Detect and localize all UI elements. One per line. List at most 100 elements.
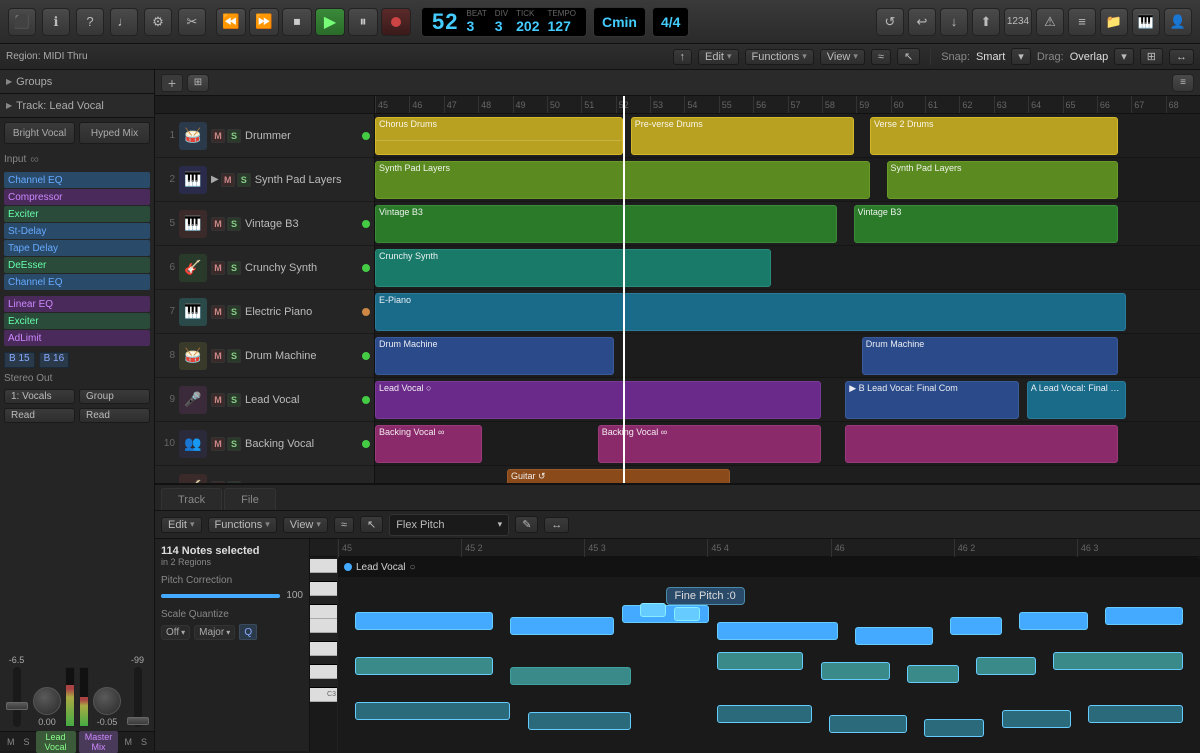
pitch-note-7[interactable] <box>855 627 933 645</box>
cycle-btn[interactable]: ↺ <box>876 8 904 36</box>
piano-key-white-b3[interactable] <box>310 619 337 633</box>
plugin-adlimit[interactable]: AdLimit <box>4 330 150 346</box>
mute-8[interactable]: M <box>211 349 225 363</box>
tab-track[interactable]: Track <box>161 488 222 510</box>
fader-thumb-left[interactable] <box>6 702 28 710</box>
mute-7[interactable]: M <box>211 305 225 319</box>
editor-view-menu[interactable]: View ▾ <box>283 517 328 533</box>
save-btn[interactable]: ↓ <box>940 8 968 36</box>
tab-file[interactable]: File <box>224 488 276 510</box>
clip-drum-machine-1[interactable]: Drum Machine <box>375 337 614 375</box>
pitch-note-8[interactable] <box>950 617 1002 635</box>
pitch-note-9[interactable] <box>1019 612 1088 630</box>
solo-5[interactable]: S <box>227 217 241 231</box>
pitch-note-10[interactable] <box>1105 607 1183 625</box>
bounce-btn[interactable]: ⬆ <box>972 8 1000 36</box>
plugin-channel-eq-1[interactable]: Channel EQ <box>4 172 150 188</box>
solo-btn-2[interactable]: S <box>138 736 150 748</box>
app-icon-btn[interactable]: ⬛ <box>8 8 36 36</box>
browser-btn[interactable]: 📁 <box>1100 8 1128 36</box>
mute-btn-1[interactable]: M <box>4 736 18 748</box>
fast-forward-btn[interactable]: ⏩ <box>249 8 279 36</box>
automation-read2-btn[interactable]: Read <box>79 408 150 423</box>
snap-arrow[interactable]: ▾ <box>1011 48 1031 65</box>
rewind-btn[interactable]: ⏪ <box>216 8 246 36</box>
solo-8[interactable]: S <box>227 349 241 363</box>
piano-key-black-ab3[interactable] <box>310 656 337 665</box>
plugin-compressor-1[interactable]: Compressor <box>4 189 150 205</box>
editor-edit-menu[interactable]: Edit ▾ <box>161 517 202 533</box>
solo-2[interactable]: S <box>237 173 251 187</box>
clip-synth-pad-2[interactable]: Synth Pad Layers <box>887 161 1118 199</box>
scale-major-select[interactable]: Major ▾ <box>194 625 235 640</box>
warning-btn[interactable]: ⚠ <box>1036 8 1064 36</box>
mixer-btn[interactable]: ⚙ <box>144 8 172 36</box>
pitch-note-23[interactable] <box>1002 710 1071 728</box>
clip-vintage-b3-2[interactable]: Vintage B3 <box>854 205 1118 243</box>
pitch-note-19[interactable] <box>528 712 631 730</box>
mute-btn-2[interactable]: M <box>121 736 135 748</box>
piano-key-black-bb3[interactable] <box>310 633 337 642</box>
clip-crunchy-synth[interactable]: Crunchy Synth <box>375 249 771 287</box>
group-btn[interactable]: Group <box>79 389 150 404</box>
plugin-tape-delay[interactable]: Tape Delay <box>4 240 150 256</box>
pitch-note-4[interactable] <box>640 603 666 617</box>
add-track-btn[interactable]: + <box>161 74 183 92</box>
pitch-slider[interactable] <box>161 594 280 598</box>
track-section[interactable]: ▶ Track: Lead Vocal <box>0 94 154 118</box>
fader-track-right[interactable] <box>134 667 142 727</box>
pitch-note-14[interactable] <box>821 662 890 680</box>
preset1-btn[interactable]: Bright Vocal <box>4 122 75 144</box>
clip-verse2-drums[interactable]: Verse 2 Drums <box>870 117 1118 155</box>
info-btn[interactable]: ℹ <box>42 8 70 36</box>
clip-lead-vocal-final-b[interactable]: ▶ B Lead Vocal: Final Com <box>845 381 1018 419</box>
plugin-channel-eq-2[interactable]: Channel EQ <box>4 274 150 290</box>
piano-key-white-c4[interactable] <box>310 605 337 619</box>
mute-1[interactable]: M <box>211 129 225 143</box>
pitch-note-13[interactable] <box>717 652 803 670</box>
pitch-note-12[interactable] <box>510 667 631 685</box>
piano-key-white-g3[interactable] <box>310 665 337 679</box>
pan-knob-right[interactable] <box>93 687 121 715</box>
flex-pitch-select[interactable]: Flex Pitch ▾ <box>389 514 509 536</box>
clip-chorus-drums[interactable]: Chorus Drums <box>375 117 623 155</box>
piano-key-white-a3[interactable] <box>310 642 337 656</box>
stop-btn[interactable]: ⏹ <box>282 8 312 36</box>
piano-key-black-eb4[interactable] <box>310 573 337 582</box>
clip-guitar[interactable]: Guitar ↺ <box>507 469 730 483</box>
plugin-linear-eq[interactable]: Linear EQ <box>4 296 150 312</box>
drag-arrow[interactable]: ▾ <box>1114 48 1134 65</box>
piano-key-white-c3[interactable]: C3 <box>310 688 337 702</box>
piano-key-white-d4[interactable] <box>310 582 337 596</box>
editor-functions-menu[interactable]: Functions ▾ <box>208 517 277 533</box>
view-menu[interactable]: View ▾ <box>820 49 865 65</box>
automation-read-btn[interactable]: Read <box>4 408 75 423</box>
solo-7[interactable]: S <box>227 305 241 319</box>
time-sig-display[interactable]: 4/4 <box>652 7 689 37</box>
solo-1[interactable]: S <box>227 129 241 143</box>
pitch-note-24[interactable] <box>1088 705 1183 723</box>
tool1-btn[interactable]: ↖ <box>897 48 920 65</box>
up-arrow-btn[interactable]: ↑ <box>673 49 693 65</box>
piano-key-black-db4[interactable] <box>310 596 337 605</box>
solo-btn-1[interactable]: S <box>21 736 33 748</box>
solo-9[interactable]: S <box>227 393 241 407</box>
clip-lead-vocal-final-a[interactable]: A Lead Vocal: Final Co <box>1027 381 1126 419</box>
solo-6[interactable]: S <box>227 261 241 275</box>
mute-10[interactable]: M <box>211 437 225 451</box>
fader-track-left[interactable] <box>13 667 21 727</box>
count-btn[interactable]: 1234 <box>1004 8 1032 36</box>
pitch-note-11[interactable] <box>355 657 493 675</box>
plugin-de-esser[interactable]: DeEsser <box>4 257 150 273</box>
clip-preverse-drums[interactable]: Pre-verse Drums <box>631 117 854 155</box>
mute-9[interactable]: M <box>211 393 225 407</box>
person-btn[interactable]: 👤 <box>1164 8 1192 36</box>
scale-off-select[interactable]: Off ▾ <box>161 625 190 640</box>
editor-pencil-btn[interactable]: ✎ <box>515 516 538 533</box>
arrange-area[interactable]: 4546474849505152535455565758596061626364… <box>375 96 1200 483</box>
pitch-note-17[interactable] <box>1053 652 1182 670</box>
pause-btn[interactable]: ⏸ <box>348 8 378 36</box>
solo-10[interactable]: S <box>227 437 241 451</box>
mute-2[interactable]: M <box>221 173 235 187</box>
cursor-btn[interactable]: ↔ <box>1169 49 1194 65</box>
